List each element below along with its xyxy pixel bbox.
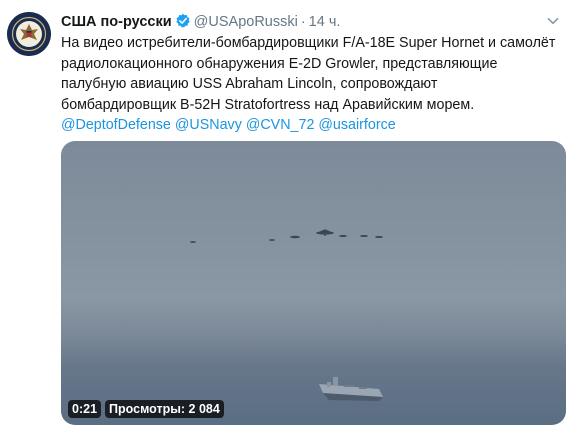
video-overlay: 0:21 Просмотры: 2 084: [68, 400, 224, 418]
mention-list: @DeptofDefense @USNavy @CVN_72 @usairforce: [61, 115, 556, 136]
video-duration: 0:21: [68, 400, 102, 418]
tweet-text: На видео истребители-бомбардировщики F/A…: [61, 33, 556, 136]
author-name[interactable]: США по-русски: [61, 14, 172, 30]
avatar[interactable]: [7, 12, 51, 56]
mention-link[interactable]: @USNavy: [175, 117, 242, 133]
mention-link[interactable]: @CVN_72: [246, 117, 315, 133]
video-frame: [190, 229, 383, 401]
video-player[interactable]: 0:21 Просмотры: 2 084: [61, 141, 566, 425]
mention-link[interactable]: @usairforce: [318, 117, 395, 133]
tweet-body: На видео истребители-бомбардировщики F/A…: [61, 35, 556, 113]
mention-link[interactable]: @DeptofDefense: [61, 117, 171, 133]
tweet-timestamp[interactable]: 14 ч.: [309, 14, 341, 30]
verified-badge-icon: [175, 13, 191, 35]
separator-dot: ·: [300, 14, 306, 30]
state-department-seal-icon: [7, 12, 51, 56]
aircraft-formation: [190, 229, 383, 243]
video-view-count: Просмотры: 2 084: [105, 400, 224, 418]
chevron-down-icon[interactable]: [546, 14, 560, 28]
tweet-header: США по-русски @USApoRusski · 14 ч.: [61, 12, 340, 32]
tweet-card[interactable]: США по-русски @USApoRusski · 14 ч. На виде…: [0, 0, 570, 432]
aircraft-carrier: [319, 377, 383, 401]
author-handle[interactable]: @USApoRusski: [194, 14, 298, 30]
